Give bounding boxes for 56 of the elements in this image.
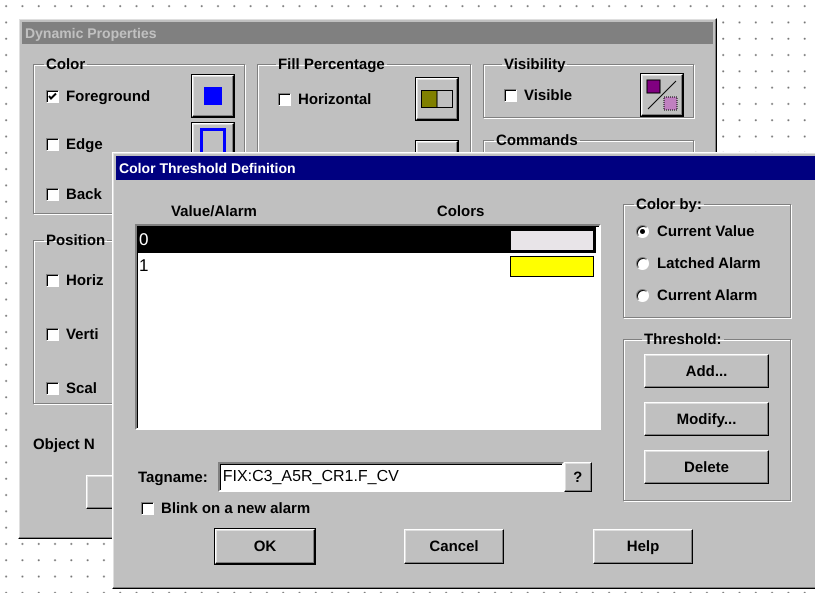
list-row[interactable]: 0: [138, 227, 596, 253]
square-icon: [204, 87, 222, 105]
column-header: Colors: [436, 203, 484, 220]
dialog-button[interactable]: OK: [215, 529, 315, 564]
checkbox[interactable]: [46, 90, 59, 102]
color-button[interactable]: [192, 75, 234, 117]
group-label: Fill Percentage: [277, 56, 386, 73]
browse-button[interactable]: ?: [564, 462, 592, 492]
checkbox[interactable]: [141, 502, 154, 515]
threshold-button[interactable]: Add...: [644, 354, 769, 388]
checkbox[interactable]: [46, 188, 59, 200]
radio-button[interactable]: [636, 256, 649, 270]
checkbox-label: Visible: [524, 86, 572, 104]
window-title: Dynamic Properties: [22, 22, 713, 44]
radio-label: Current Value: [657, 222, 755, 240]
dialog-button[interactable]: Help: [593, 529, 693, 564]
radio-button[interactable]: [636, 288, 649, 302]
checkbox-label: Foreground: [66, 88, 150, 104]
row-value: 0: [138, 230, 148, 250]
field-label: Tagname:: [138, 468, 208, 486]
bar-fill-icon: [421, 90, 453, 108]
checkbox[interactable]: [504, 88, 517, 102]
group-label: Visibility: [503, 56, 566, 73]
checkbox-label: Edge: [66, 136, 103, 152]
list-row[interactable]: 1: [138, 253, 596, 279]
checkbox-label: Horiz: [66, 272, 104, 288]
dialog-button[interactable]: Cancel: [404, 529, 504, 564]
group-label: Color: [45, 56, 86, 73]
group-label: Threshold:: [643, 331, 722, 348]
group-label: Position: [45, 232, 106, 249]
tagname-field[interactable]: FIX:C3_A5R_CR1.F_CV: [218, 462, 564, 492]
group-label: Commands: [495, 132, 579, 149]
threshold-list[interactable]: 0 1: [135, 224, 601, 430]
radio-label: Latched Alarm: [657, 254, 761, 272]
visibility-icon: [646, 79, 678, 111]
checkbox[interactable]: [46, 138, 59, 150]
checkbox-label: Horizontal: [298, 90, 372, 108]
threshold-button[interactable]: Delete: [644, 450, 769, 484]
object-name-label: Object N: [33, 436, 96, 453]
checkbox-label: Scal: [66, 380, 97, 396]
radio-label: Current Alarm: [657, 286, 758, 304]
checkbox[interactable]: [46, 382, 59, 394]
dialog-title: Color Threshold Definition: [116, 156, 815, 180]
visibility-button[interactable]: [641, 74, 683, 116]
checkbox[interactable]: [46, 274, 59, 286]
fill-button[interactable]: [416, 78, 458, 120]
column-header: Value/Alarm: [171, 203, 257, 220]
checkbox[interactable]: [46, 328, 59, 340]
threshold-button[interactable]: Modify...: [644, 402, 769, 436]
group-label: Color by:: [635, 196, 703, 213]
row-value: 1: [138, 256, 148, 276]
checkbox[interactable]: [278, 92, 291, 106]
checkbox-label: Verti: [66, 326, 99, 342]
checkbox-label: Back: [66, 186, 102, 202]
radio-button[interactable]: [636, 224, 649, 238]
checkbox-label: Blink on a new alarm: [161, 500, 310, 517]
